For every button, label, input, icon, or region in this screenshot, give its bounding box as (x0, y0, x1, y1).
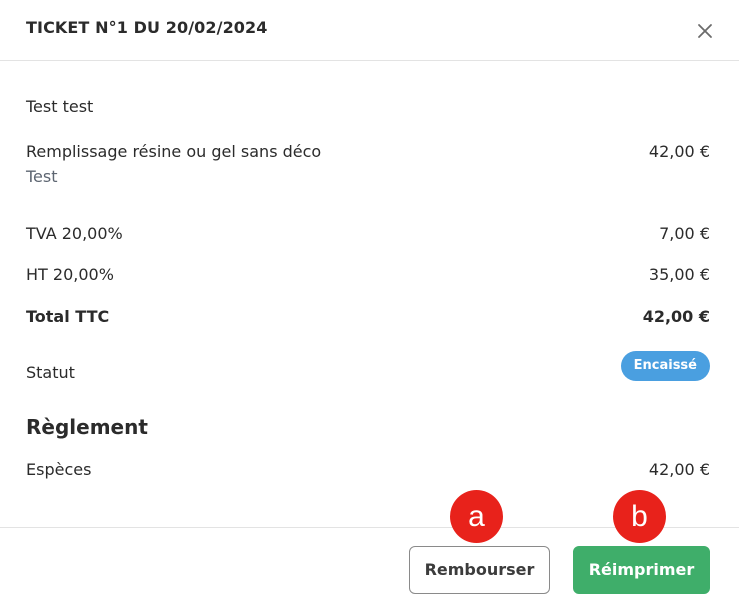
ht-value: 35,00 € (648, 265, 710, 284)
ht-label: HT 20,00% (26, 265, 114, 284)
item-name: Remplissage résine ou gel sans déco (26, 142, 322, 161)
annotation-marker-b: b (613, 490, 666, 543)
reprint-button[interactable]: Réimprimer (573, 546, 710, 594)
modal-header: TICKET N°1 DU 20/02/2024 (0, 0, 739, 61)
ticket-modal: TICKET N°1 DU 20/02/2024 Test test Rempl… (0, 0, 739, 607)
payment-method: Espèces (26, 460, 92, 479)
payment-amount: 42,00 € (648, 460, 710, 479)
total-value: 42,00 € (642, 307, 710, 326)
annotation-marker-a: a (450, 490, 503, 543)
close-icon[interactable] (694, 20, 716, 42)
item-price: 42,00 € (648, 142, 710, 161)
client-name: Test test (26, 97, 94, 116)
modal-title: TICKET N°1 DU 20/02/2024 (26, 18, 268, 37)
tva-label: TVA 20,00% (26, 224, 123, 243)
payment-section-title: Règlement (26, 415, 148, 439)
status-badge: Encaissé (620, 351, 710, 381)
status-label: Statut (26, 363, 75, 382)
total-label: Total TTC (26, 307, 110, 326)
tva-value: 7,00 € (659, 224, 710, 243)
refund-button[interactable]: Rembourser (409, 546, 550, 594)
item-staff: Test (26, 167, 58, 186)
